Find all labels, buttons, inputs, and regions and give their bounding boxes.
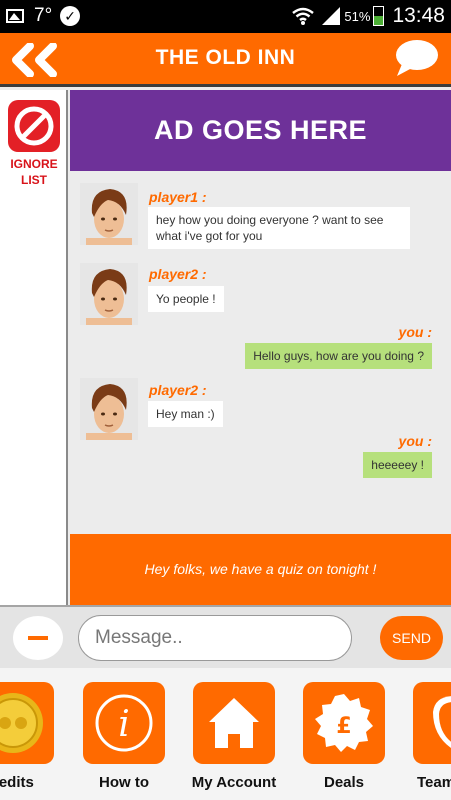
nav-item-credits[interactable]: Credits	[0, 682, 54, 792]
collapse-button[interactable]	[13, 616, 63, 660]
deals-badge-icon: £	[303, 682, 385, 764]
wifi-icon	[292, 7, 315, 25]
nav-item-my-account[interactable]: My Account	[192, 682, 276, 792]
avatar[interactable]	[80, 378, 138, 440]
battery-icon	[373, 6, 385, 26]
chat-messages[interactable]: player1 : hey how you doing everyone ? w…	[70, 171, 451, 534]
nav-item-team[interactable]: Team	[413, 682, 451, 792]
page-title: THE OLD INN	[155, 46, 296, 69]
own-message-bubble: heeeeey !	[363, 452, 432, 478]
message-sender: player2 :	[149, 382, 207, 398]
nav-item-deals[interactable]: £ Deals	[303, 682, 385, 792]
avatar[interactable]	[80, 183, 138, 245]
home-icon	[193, 682, 275, 764]
app-header: THE OLD INN	[0, 33, 451, 87]
weather-temperature: 7°	[34, 5, 53, 26]
bottom-navigation: Credits i How to My Account £ Deals	[0, 668, 451, 800]
coin-icon	[0, 682, 54, 764]
ignore-list-panel: IGNORE LIST	[0, 90, 68, 605]
minus-icon	[28, 636, 48, 640]
message-sender: player1 :	[149, 189, 207, 205]
block-icon	[14, 106, 54, 146]
nav-item-how-to[interactable]: i How to	[83, 682, 165, 792]
message-sender-you: you :	[398, 324, 432, 340]
status-bar: 7° ✓ 51% 13:48	[0, 0, 451, 33]
signal-icon	[322, 7, 341, 25]
message-input[interactable]	[78, 615, 352, 661]
own-message-bubble: Hello guys, how are you doing ?	[245, 343, 432, 369]
avatar[interactable]	[80, 263, 138, 325]
svg-text:£: £	[336, 714, 351, 739]
message-bubble: Hey man :)	[148, 401, 223, 427]
message-composer: SEND	[0, 605, 451, 668]
ignore-list-button[interactable]	[8, 100, 60, 152]
message-sender: player2 :	[149, 266, 207, 282]
message-sender-you: you :	[398, 433, 432, 449]
chat-bubble-icon[interactable]	[393, 38, 439, 78]
ad-banner[interactable]: AD GOES HERE	[70, 90, 451, 171]
battery-percent: 51%	[344, 8, 371, 24]
info-icon: i	[83, 682, 165, 764]
clock: 13:48	[392, 4, 445, 27]
message-bubble: Yo people !	[148, 286, 224, 312]
gallery-icon	[6, 9, 24, 23]
announcement-bar: Hey folks, we have a quiz on tonight !	[70, 534, 451, 605]
ignore-list-label[interactable]: IGNORE LIST	[0, 156, 68, 188]
svg-text:i: i	[118, 704, 130, 745]
check-icon: ✓	[60, 6, 81, 26]
message-bubble: hey how you doing everyone ? want to see…	[148, 207, 410, 249]
team-badge-icon	[413, 682, 451, 764]
send-button[interactable]: SEND	[380, 616, 443, 660]
